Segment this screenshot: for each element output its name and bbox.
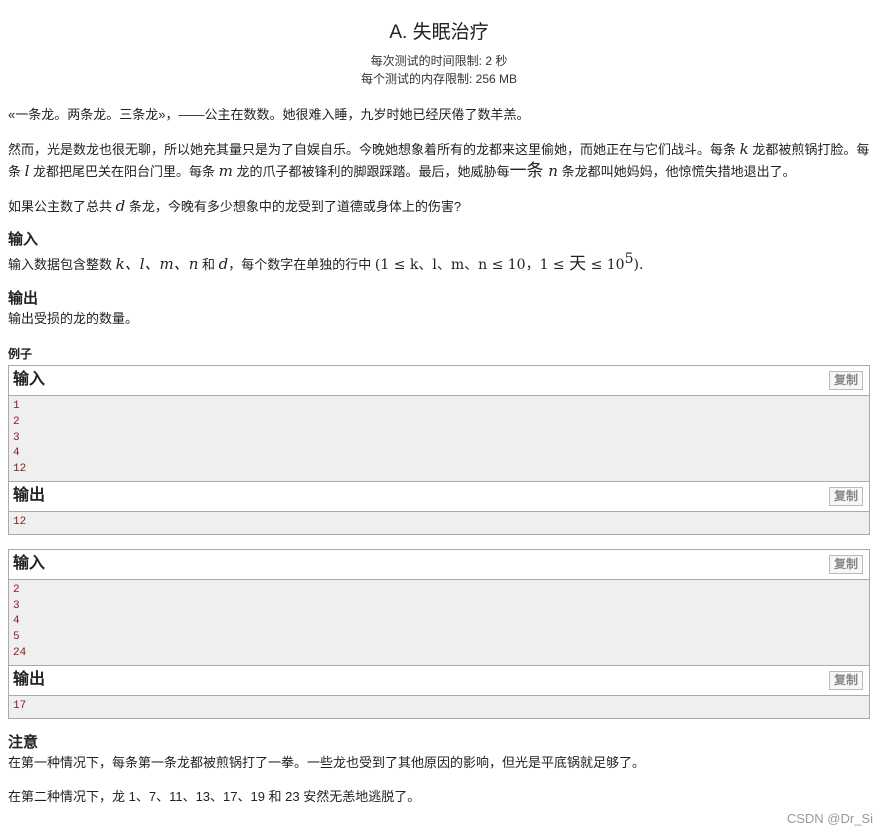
problem-header: A. 失眠治疗 每次测试的时间限制: 2 秒 每个测试的内存限制: 256 MB bbox=[0, 0, 878, 88]
note-paragraph-1: 在第一种情况下，每条第一条龙都被煎锅打了一拳。一些龙也受到了其他原因的影响，但光… bbox=[8, 754, 646, 770]
input-constraint-exponent: 5 bbox=[624, 251, 634, 267]
input-line: 2 bbox=[13, 583, 20, 596]
input-constraint-char: 天 bbox=[569, 254, 587, 273]
example-input-title: 输入 复制 bbox=[9, 366, 869, 396]
var-n: n bbox=[543, 162, 558, 180]
input-line: 1 bbox=[13, 400, 20, 412]
example-output-title: 输出 复制 bbox=[9, 481, 869, 512]
output-description: 输出受损的龙的数量。 bbox=[8, 311, 139, 326]
note-heading: 注意 bbox=[8, 733, 39, 751]
statement-paragraph-2: 然而，光是数龙也很无聊，所以她充其量只是为了自娱自乐。今晚她想象着所有的龙都来这… bbox=[8, 139, 870, 182]
copy-button[interactable]: 复制 bbox=[828, 371, 863, 390]
example-1: 输入 复制 1 2 3 4 12 输出 复制 12 bbox=[8, 365, 870, 535]
input-var-d: d bbox=[218, 255, 229, 273]
example-input-label: 输入 bbox=[13, 554, 46, 572]
var-d: d bbox=[115, 197, 126, 215]
input-line: 12 bbox=[13, 463, 27, 476]
input-line: 24 bbox=[13, 646, 27, 659]
input-line: 2 bbox=[13, 415, 20, 428]
statement-text: 如果公主数了总共 bbox=[8, 199, 116, 214]
statement-paragraph-1: «一条龙。两条龙。三条龙»，——公主在数数。她很难入睡，九岁时她已经厌倦了数羊羔… bbox=[8, 107, 530, 122]
example-1-input-block: 输入 复制 1 2 3 4 12 bbox=[8, 365, 870, 482]
input-line: 3 bbox=[13, 431, 20, 444]
problem-title: A. 失眠治疗 bbox=[389, 22, 489, 43]
statement-text: 条龙，今晚有多少想象中的龙受到了道德或身体上的伤害? bbox=[125, 199, 462, 214]
example-output-label: 输出 bbox=[13, 486, 46, 504]
output-heading: 输出 bbox=[8, 290, 39, 307]
output-line: 12 bbox=[13, 515, 27, 528]
example-2-output: 17 bbox=[9, 695, 869, 718]
input-text: 输入数据包含整数 bbox=[8, 257, 116, 272]
example-input-label: 输入 bbox=[13, 371, 46, 388]
var-m: m bbox=[218, 162, 233, 180]
copy-button[interactable]: 复制 bbox=[828, 554, 863, 574]
watermark: CSDN @Dr_Si bbox=[786, 811, 873, 826]
example-output-title: 输出 复制 bbox=[9, 665, 869, 696]
example-2-input-block: 输入 复制 2 3 4 5 24 bbox=[8, 548, 870, 666]
statement-text: 然而，光是数龙也很无聊，所以她充其量只是为了自娱自乐。今晚她想象着所有的龙都来这… bbox=[8, 142, 740, 157]
statement-text: 龙的爪子都被锋利的脚跟踩踏。最后，她威胁每 bbox=[232, 164, 510, 179]
input-line: 4 bbox=[13, 615, 20, 628]
example-1-input: 1 2 3 4 12 bbox=[9, 396, 869, 481]
input-text: ，每个数字在单独的行中 bbox=[228, 257, 375, 272]
input-constraint: ). bbox=[633, 257, 644, 273]
input-heading: 输入 bbox=[8, 231, 39, 248]
output-line: 17 bbox=[13, 699, 27, 712]
example-2-output-block: 输出 复制 17 bbox=[8, 665, 870, 719]
example-2: 输入 复制 2 3 4 5 24 输出 复制 17 bbox=[8, 548, 870, 719]
statement-text: 条龙都叫她妈妈，他惊慌失措地退出了。 bbox=[557, 164, 796, 179]
problem-content: «一条龙。两条龙。三条龙»，——公主在数数。她很难入睡，九岁时她已经厌倦了数羊羔… bbox=[0, 104, 878, 807]
copy-button[interactable]: 复制 bbox=[828, 670, 863, 690]
input-line: 3 bbox=[13, 599, 20, 612]
example-2-input: 2 3 4 5 24 bbox=[9, 579, 869, 665]
input-constraint: ≤ 10 bbox=[586, 257, 625, 273]
var-k: k bbox=[739, 140, 749, 158]
input-vars: k、l、m、n bbox=[115, 255, 199, 273]
statement-text: 龙都把尾巴关在阳台门里。每条 bbox=[29, 164, 219, 179]
input-constraint: (1 ≤ k、l、m、n ≤ 10，1 ≤ bbox=[374, 257, 570, 273]
statement-emphasis: 一条 bbox=[509, 161, 544, 180]
note-paragraph-2: 在第二种情况下，龙 1、7、11、13、17、19 和 23 安然无恙地逃脱了。 bbox=[8, 788, 421, 804]
memory-limit: 每个测试的内存限制: 256 MB bbox=[360, 72, 518, 86]
copy-button[interactable]: 复制 bbox=[828, 486, 863, 506]
example-input-title: 输入 复制 bbox=[9, 549, 869, 580]
statement-paragraph-3: 如果公主数了总共 d 条龙，今晚有多少想象中的龙受到了道德或身体上的伤害? bbox=[8, 196, 870, 217]
input-text: 和 bbox=[198, 257, 219, 272]
input-line: 5 bbox=[13, 631, 20, 644]
examples-heading: 例子 bbox=[8, 347, 33, 361]
input-description: 输入数据包含整数 k、l、m、n 和 d，每个数字在单独的行中 (1 ≤ k、l… bbox=[8, 249, 870, 276]
example-output-label: 输出 bbox=[13, 670, 46, 688]
example-1-output-block: 输出 复制 12 bbox=[8, 481, 870, 535]
example-1-output: 12 bbox=[9, 511, 869, 534]
time-limit: 每次测试的时间限制: 2 秒 bbox=[370, 54, 508, 68]
input-line: 4 bbox=[13, 447, 20, 460]
